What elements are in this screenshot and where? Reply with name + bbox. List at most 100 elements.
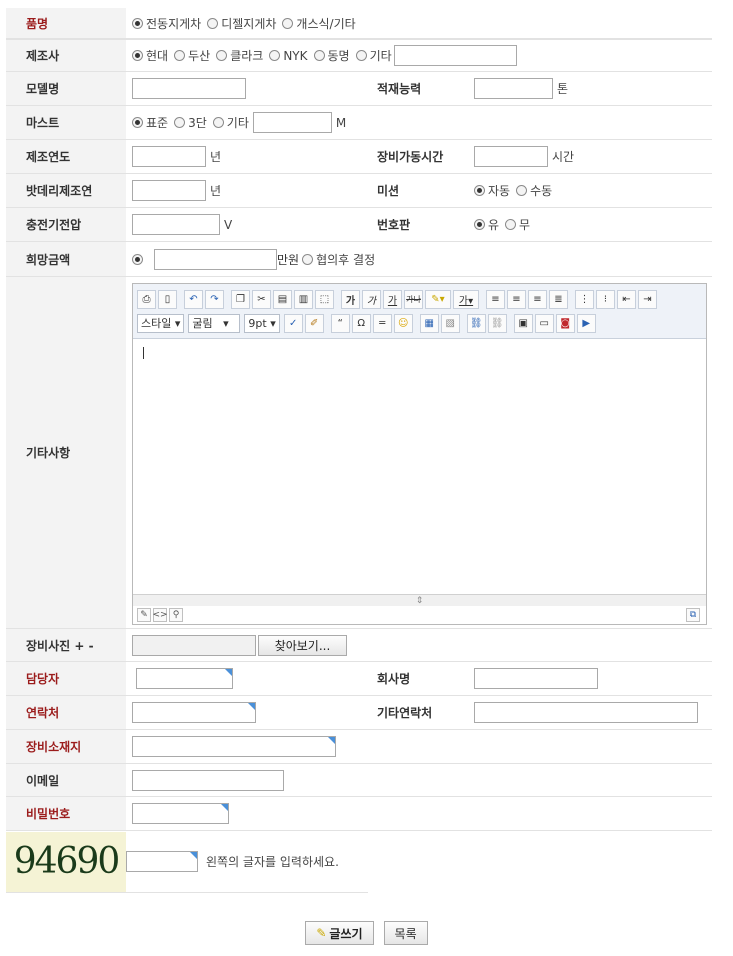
capacity-input[interactable] — [474, 78, 553, 99]
style-select[interactable]: 스타일 ▾ — [137, 313, 185, 333]
other-contact-label: 기타연락처 — [377, 706, 433, 720]
other-contact-input[interactable] — [474, 702, 698, 723]
highlight-icon[interactable]: ✎▾ — [425, 289, 451, 309]
location-label: 장비소재지 — [6, 730, 126, 763]
radio-mission-manual[interactable]: 수동 — [516, 182, 552, 199]
horizontal-rule-icon[interactable]: ═ — [372, 313, 392, 333]
popup-editor-icon[interactable]: ⧉ — [686, 608, 700, 622]
editor-resize-handle[interactable]: ⇕ — [133, 594, 706, 606]
font-color-icon[interactable]: 가▾ — [453, 289, 479, 309]
radio-plate-no[interactable]: 무 — [505, 216, 530, 233]
quote-icon[interactable]: “ — [330, 313, 350, 333]
new-doc-icon[interactable]: ▯ — [158, 289, 177, 309]
font-select[interactable]: 굴림 ▾ — [188, 313, 241, 333]
unlink-icon[interactable]: ⛓ — [487, 313, 507, 333]
plate-label: 번호판 — [377, 218, 411, 232]
cut-icon[interactable]: ✂ — [252, 289, 271, 309]
write-form: 품명 전동지게차 디젤지게차 개스식/기타 제조사 현대 두산 클라크 NYK … — [6, 8, 712, 893]
password-input[interactable] — [132, 803, 229, 824]
radio-plate-yes[interactable]: 유 — [474, 216, 499, 233]
clear-format-icon[interactable]: ✐ — [304, 313, 324, 333]
manager-input[interactable] — [136, 668, 233, 689]
align-justify-icon[interactable]: ≣ — [549, 289, 568, 309]
row-maker: 제조사 현대 두산 클라크 NYK 동명 기타 — [6, 39, 712, 72]
hours-input[interactable] — [474, 146, 548, 167]
radio-maker-clark[interactable]: 클라크 — [216, 47, 263, 64]
hours-cell: 시간 — [468, 140, 712, 173]
mast-other-input[interactable] — [252, 112, 332, 133]
photo-file-path[interactable] — [132, 634, 256, 656]
paste-icon[interactable]: ▤ — [273, 289, 292, 309]
emoticon-icon[interactable]: ☺ — [393, 313, 413, 333]
toolbar-row-2: 스타일 ▾ 굴림 ▾ 9pt ▾ ✓ ✐ “ Ω ═ ☺ ▦ ▧ ⛓ ⛓ ▣ ▭… — [137, 311, 702, 335]
select-all-icon[interactable]: ⬚ — [315, 289, 334, 309]
strike-icon[interactable]: 가나 — [404, 289, 423, 309]
indent-icon[interactable]: ⇥ — [638, 289, 657, 309]
radio-price-amount[interactable] — [132, 253, 146, 265]
radio-price-negotiable[interactable]: 협의후 결정 — [302, 251, 375, 268]
battery-input[interactable] — [132, 180, 206, 201]
company-input[interactable] — [474, 668, 598, 689]
underline-icon[interactable]: 가 — [383, 289, 402, 309]
price-input[interactable] — [154, 248, 277, 270]
paste-text-icon[interactable]: ▥ — [294, 289, 313, 309]
align-center-icon[interactable]: ≡ — [507, 289, 526, 309]
model-label: 모델명 — [6, 72, 126, 105]
password-cell — [126, 797, 712, 830]
write-button[interactable]: ✎ 글쓰기 — [305, 921, 374, 945]
radio-maker-nyk[interactable]: NYK — [269, 49, 308, 63]
radio-maker-doosan[interactable]: 두산 — [174, 47, 210, 64]
image-icon[interactable]: ▣ — [513, 313, 533, 333]
print-icon[interactable]: ⎙ — [137, 289, 156, 309]
radio-product-electric[interactable]: 전동지게차 — [132, 15, 201, 32]
size-select[interactable]: 9pt ▾ — [244, 313, 280, 333]
location-input[interactable] — [132, 736, 336, 757]
copy-icon[interactable]: ❐ — [231, 289, 250, 309]
align-right-icon[interactable]: ≡ — [528, 289, 547, 309]
contact-input[interactable] — [132, 702, 256, 723]
plate-options: 유 무 — [468, 208, 712, 241]
redo-icon[interactable]: ↷ — [205, 289, 224, 309]
flash-icon[interactable]: ◙ — [555, 313, 575, 333]
table-icon[interactable]: ▦ — [419, 313, 439, 333]
radio-mast-3stage[interactable]: 3단 — [174, 114, 207, 131]
maker-other-input[interactable] — [393, 45, 517, 66]
table-edit-icon[interactable]: ▧ — [440, 313, 460, 333]
ordered-list-icon[interactable]: ⋮ — [575, 289, 594, 309]
radio-product-diesel[interactable]: 디젤지게차 — [207, 15, 276, 32]
radio-mast-standard[interactable]: 표준 — [132, 114, 168, 131]
browse-button[interactable]: 찾아보기... — [258, 634, 347, 656]
charger-input[interactable] — [132, 214, 220, 235]
model-input[interactable] — [132, 78, 246, 99]
radio-maker-dongmyung[interactable]: 동명 — [313, 47, 350, 64]
edit-mode-icon[interactable]: ✎ — [137, 608, 151, 622]
preview-mode-icon[interactable]: ⚲ — [169, 608, 183, 622]
etc-label: 기타사항 — [6, 277, 126, 628]
preview-icon[interactable]: ▶ — [576, 313, 596, 333]
outdent-icon[interactable]: ⇤ — [617, 289, 636, 309]
html-mode-icon[interactable]: <> — [152, 608, 168, 622]
radio-mission-auto[interactable]: 자동 — [474, 182, 510, 199]
editor-content-area[interactable] — [133, 339, 706, 594]
radio-product-gas[interactable]: 개스식/기타 — [282, 15, 356, 32]
email-input[interactable] — [132, 769, 284, 791]
company-cell — [468, 662, 712, 695]
bold-icon[interactable]: 가 — [341, 289, 360, 309]
media-icon[interactable]: ▭ — [534, 313, 554, 333]
row-email: 이메일 — [6, 764, 712, 797]
year-input[interactable] — [132, 146, 206, 167]
capacity-cell: 톤 — [468, 72, 712, 105]
link-icon[interactable]: ⛓ — [466, 313, 486, 333]
bullet-list-icon[interactable]: ⁝ — [596, 289, 615, 309]
align-left-icon[interactable]: ≡ — [486, 289, 505, 309]
list-button[interactable]: 목록 — [383, 921, 428, 945]
photo-cell: 찾아보기... — [126, 629, 712, 661]
radio-maker-other[interactable]: 기타 — [355, 47, 392, 64]
captcha-input[interactable] — [126, 851, 198, 872]
radio-maker-hyundai[interactable]: 현대 — [132, 47, 168, 64]
spellcheck-icon[interactable]: ✓ — [283, 313, 303, 333]
undo-icon[interactable]: ↶ — [184, 289, 203, 309]
special-char-icon[interactable]: Ω — [351, 313, 371, 333]
radio-mast-other[interactable]: 기타 — [212, 114, 249, 131]
italic-icon[interactable]: 가 — [362, 289, 381, 309]
